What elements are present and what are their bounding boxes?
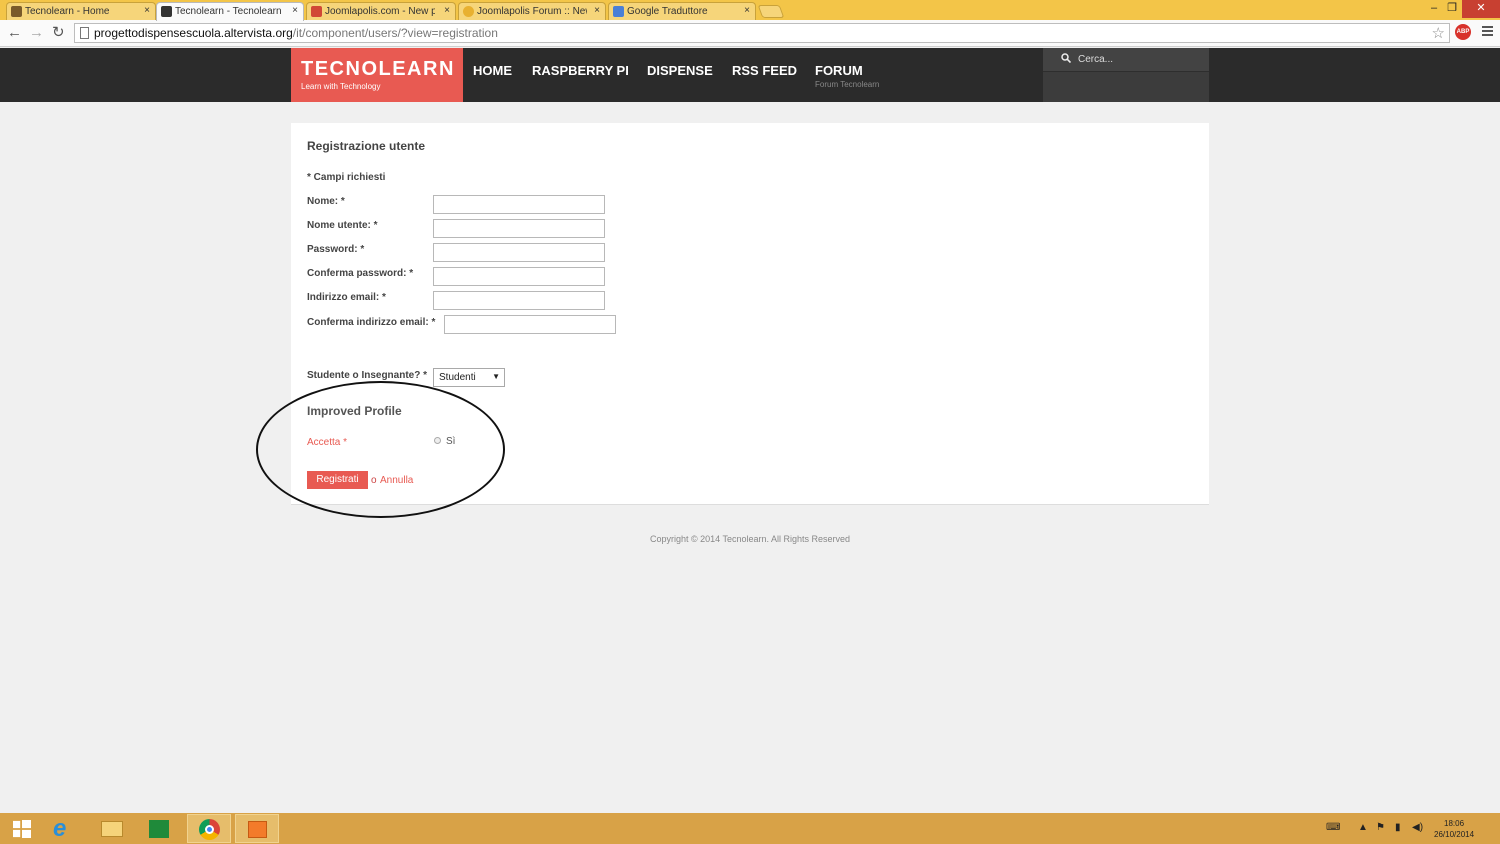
name-field[interactable]: [433, 195, 605, 214]
back-arrow-icon[interactable]: ←: [7, 24, 22, 42]
tab-joomlapolis-forum[interactable]: Joomlapolis Forum :: New ×: [458, 2, 606, 20]
forward-arrow-icon[interactable]: →: [29, 24, 44, 42]
windows-logo-icon: [13, 820, 31, 838]
nav-label: HOME: [473, 63, 512, 78]
nav-forum[interactable]: FORUM Forum Tecnolearn: [815, 63, 879, 89]
search-icon: [1061, 53, 1071, 63]
forum-favicon-icon: [463, 6, 474, 17]
tab-close-icon[interactable]: ×: [292, 5, 298, 16]
url-host: progettodispensescuola.altervista.org: [94, 26, 293, 40]
clock-time: 18:06: [1444, 819, 1465, 828]
reload-icon[interactable]: ↻: [52, 24, 65, 42]
start-button[interactable]: [0, 814, 44, 843]
search-area: Cerca...: [1043, 48, 1209, 102]
dropdown-arrow-icon: ▼: [492, 372, 500, 381]
file-explorer-icon[interactable]: [90, 814, 134, 843]
tab-label: Tecnolearn - Home: [25, 6, 110, 17]
name-label: Nome: *: [307, 196, 345, 207]
tab-tecnolearn-home[interactable]: Tecnolearn - Home ×: [6, 2, 156, 20]
nav-raspberry-pi[interactable]: RASPBERRY PI: [532, 63, 629, 78]
adblock-plus-icon[interactable]: ABP: [1455, 24, 1471, 40]
tab-close-icon[interactable]: ×: [144, 5, 150, 16]
volume-icon[interactable]: ◀): [1412, 822, 1423, 833]
taskbar-clock[interactable]: 18:06 26/10/2014: [1434, 818, 1474, 840]
confirm-password-label: Conferma password: *: [307, 268, 414, 279]
email-field[interactable]: [433, 291, 605, 310]
role-selected-value: Studenti: [439, 372, 476, 383]
tab-tecnolearn-registration[interactable]: Tecnolearn - Tecnolearn ×: [156, 2, 304, 21]
network-signal-icon[interactable]: ▮: [1395, 822, 1401, 833]
media-player-icon[interactable]: [235, 814, 279, 843]
site-header: TECNOLEARN Learn with Technology HOME RA…: [0, 48, 1500, 102]
store-icon[interactable]: [137, 814, 181, 843]
confirm-email-label: Conferma indirizzo email: *: [307, 317, 436, 328]
tab-close-icon[interactable]: ×: [744, 5, 750, 16]
annotation-ellipse: [256, 381, 505, 518]
required-fields-note: * Campi richiesti: [307, 172, 386, 183]
clock-date: 26/10/2014: [1434, 830, 1475, 839]
username-label: Nome utente: *: [307, 220, 378, 231]
page-title: Registrazione utente: [307, 139, 426, 153]
tab-label: Tecnolearn - Tecnolearn: [175, 6, 282, 17]
tab-label: Joomlapolis.com - New p: [325, 6, 435, 17]
tab-joomlapolis[interactable]: Joomlapolis.com - New p ×: [306, 2, 456, 20]
username-field[interactable]: [433, 219, 605, 238]
tecnolearn-favicon-icon: [161, 6, 172, 17]
password-label: Password: *: [307, 244, 365, 255]
windows-taskbar: e ⌨ ▲ ⚑ ▮ ◀) 18:06 26/10/2014: [0, 813, 1500, 844]
password-field[interactable]: [433, 243, 605, 262]
tab-google-translate[interactable]: Google Traduttore ×: [608, 2, 756, 20]
email-label: Indirizzo email: *: [307, 292, 386, 303]
browser-tab-strip: Tecnolearn - Home × Tecnolearn - Tecnole…: [0, 0, 1500, 21]
nav-home[interactable]: HOME: [473, 63, 512, 78]
search-placeholder: Cerca...: [1078, 54, 1114, 65]
nav-label: FORUM: [815, 63, 863, 78]
tab-close-icon[interactable]: ×: [444, 5, 450, 16]
url-path: /it/component/users/?view=registration: [292, 26, 498, 40]
tab-close-icon[interactable]: ×: [594, 5, 600, 16]
new-tab-button[interactable]: [757, 5, 785, 18]
restore-button[interactable]: ❐: [1444, 0, 1460, 18]
nav-label: DISPENSE: [647, 63, 713, 78]
confirm-email-field[interactable]: [444, 315, 616, 334]
tecnolearn-favicon-icon: [11, 6, 22, 17]
nav-dispense[interactable]: DISPENSE: [647, 63, 713, 78]
window-close-button[interactable]: ✕: [1462, 0, 1500, 18]
search-input[interactable]: Cerca...: [1043, 48, 1209, 72]
nav-rss-feed[interactable]: RSS FEED: [732, 63, 797, 78]
copyright-text: Copyright © 2014 Tecnolearn. All Rights …: [649, 534, 851, 544]
nav-sublabel: Forum Tecnolearn: [815, 80, 880, 89]
chrome-icon[interactable]: [187, 814, 231, 843]
tab-label: Google Traduttore: [627, 6, 708, 17]
gmail-favicon-icon: [311, 6, 322, 17]
keyboard-icon[interactable]: ⌨: [1326, 822, 1340, 833]
minimize-button[interactable]: –: [1424, 0, 1444, 18]
logo-tagline: Learn with Technology: [301, 82, 381, 91]
bookmark-star-icon[interactable]: ☆: [1432, 24, 1445, 42]
browser-toolbar: ← → ↻ progettodispensescuola.altervista.…: [0, 20, 1500, 47]
internet-explorer-icon[interactable]: e: [44, 814, 88, 843]
role-select[interactable]: Studenti ▼: [433, 368, 505, 387]
translate-favicon-icon: [613, 6, 624, 17]
role-label: Studente o Insegnante? *: [307, 370, 428, 381]
show-hidden-icons-icon[interactable]: ▲: [1358, 822, 1368, 833]
logo-title: TECNOLEARN: [301, 58, 455, 80]
browser-menu-icon[interactable]: [1482, 26, 1493, 36]
nav-label: RASPBERRY PI: [532, 63, 629, 78]
action-center-flag-icon[interactable]: ⚑: [1376, 822, 1385, 833]
confirm-password-field[interactable]: [433, 267, 605, 286]
nav-label: RSS FEED: [732, 63, 798, 78]
site-logo[interactable]: TECNOLEARN Learn with Technology: [291, 48, 463, 102]
address-bar[interactable]: progettodispensescuola.altervista.org/it…: [74, 23, 1450, 43]
tab-label: Joomlapolis Forum :: New: [477, 6, 587, 17]
page-icon: [80, 27, 89, 39]
